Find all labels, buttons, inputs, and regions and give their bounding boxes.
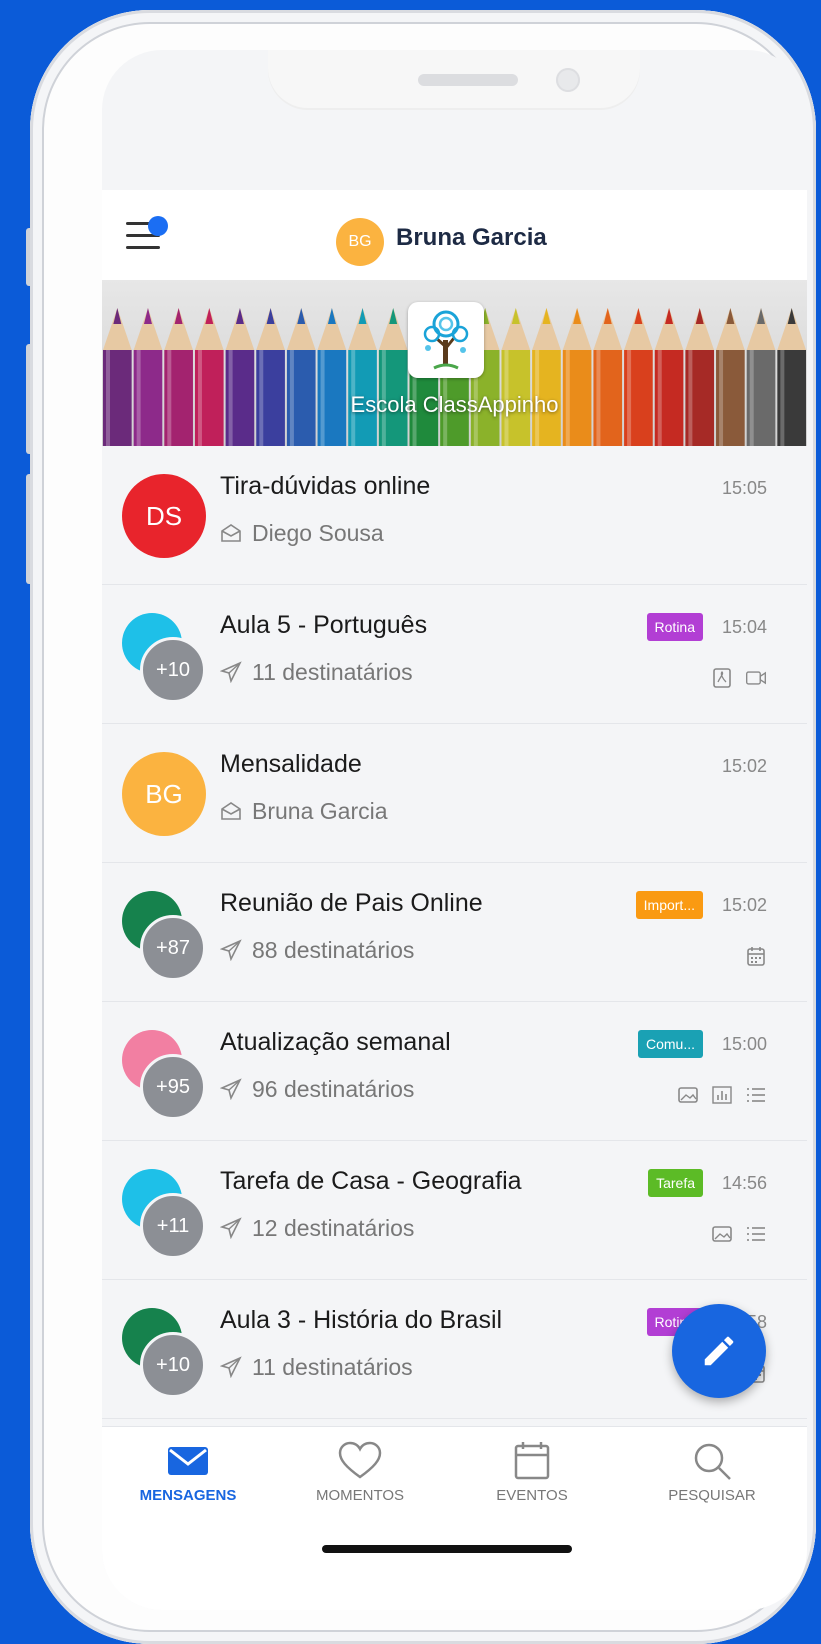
recipient-count-badge: +10	[140, 1332, 206, 1398]
tab-eventos[interactable]: EVENTOS	[452, 1441, 612, 1504]
user-name[interactable]: Bruna Garcia	[396, 224, 547, 252]
attachment-icons	[711, 1223, 767, 1250]
sender-avatar: DS	[122, 474, 206, 558]
sent-icon	[219, 661, 242, 684]
message-row[interactable]: BG Mensalidade Bruna Garcia 15:02	[102, 724, 807, 863]
message-row[interactable]: +95 Atualização semanal 96 destinatários 15…	[102, 1002, 807, 1141]
image-icon	[711, 1223, 733, 1250]
message-row[interactable]: DS Tira-dúvidas online Diego Sousa 15:05	[102, 446, 807, 585]
message-title: Aula 3 - História do Brasil	[220, 1306, 503, 1334]
tab-momentos[interactable]: MOMENTOS	[280, 1441, 440, 1504]
tab-pesquisar[interactable]: PESQUISAR	[632, 1441, 792, 1504]
attachment-icons	[677, 1084, 767, 1111]
sent-icon	[219, 1356, 242, 1379]
message-sender: 96 destinatários	[252, 1076, 415, 1102]
tab-label: EVENTOS	[496, 1487, 568, 1504]
recipient-count-badge: +10	[140, 637, 206, 703]
message-time: 15:02	[721, 756, 767, 776]
message-title: Tira-dúvidas online	[220, 472, 431, 500]
phone-frame: BG Bruna Garcia Escola ClassAppinho DS T…	[30, 10, 816, 1644]
front-camera	[556, 68, 580, 92]
tab-label: PESQUISAR	[668, 1487, 756, 1504]
message-tag: Rotina	[646, 613, 703, 641]
heart-icon	[338, 1441, 382, 1479]
home-indicator[interactable]	[322, 1545, 572, 1553]
message-title: Reunião de Pais Online	[220, 889, 483, 917]
message-sender: 11 destinatários	[252, 1354, 413, 1380]
menu-icon[interactable]	[126, 216, 168, 252]
calendar-icon	[514, 1442, 550, 1480]
message-sender: 12 destinatários	[252, 1215, 415, 1241]
message-title: Tarefa de Casa - Geografia	[220, 1167, 522, 1195]
message-time: 15:00	[721, 1034, 767, 1054]
message-row[interactable]: +10 Aula 5 - Português 11 destinatários 15:…	[102, 585, 807, 724]
recipient-count-badge: +95	[140, 1054, 206, 1120]
message-time: 14:56	[721, 1173, 767, 1193]
video-icon	[745, 667, 767, 694]
message-time: 15:02	[721, 895, 767, 915]
search-icon	[694, 1443, 731, 1480]
message-row[interactable]: +87 Reunião de Pais Online 88 destinatário…	[102, 863, 807, 1002]
notification-dot	[148, 216, 168, 236]
message-row[interactable]: +11 Tarefa de Casa - Geografia 12 destinat…	[102, 1141, 807, 1280]
inbox-icon	[220, 800, 242, 822]
app-header: BG Bruna Garcia	[102, 190, 807, 280]
inbox-icon	[220, 522, 242, 544]
school-name: Escola ClassAppinho	[350, 392, 559, 417]
calendar-icon	[745, 945, 767, 972]
recipient-count-badge: +11	[140, 1193, 206, 1259]
school-logo	[408, 302, 484, 378]
attachment-icons	[711, 667, 767, 694]
chart-icon	[711, 1084, 733, 1111]
phone-notch	[268, 50, 640, 108]
tab-label: MOMENTOS	[315, 1487, 405, 1504]
sent-icon	[219, 939, 242, 962]
compose-button[interactable]	[672, 1304, 766, 1398]
pdf-icon	[711, 667, 733, 694]
attachment-icons	[745, 945, 767, 972]
list-icon	[745, 1223, 767, 1250]
message-time: 15:04	[721, 617, 767, 637]
message-time: 15:05	[721, 478, 767, 498]
message-sender: 11 destinatários	[252, 659, 413, 685]
recipient-count-badge: +87	[140, 915, 206, 981]
message-sender: Diego Sousa	[252, 520, 384, 546]
school-banner: Escola ClassAppinho	[102, 280, 807, 446]
sent-icon	[219, 1078, 242, 1101]
image-icon	[677, 1084, 699, 1111]
sent-icon	[219, 1217, 242, 1240]
message-sender: Bruna Garcia	[252, 798, 388, 824]
pencil-icon	[704, 1336, 734, 1366]
message-tag: Comu...	[637, 1030, 703, 1058]
list-icon	[745, 1084, 767, 1111]
message-tag: Import...	[635, 891, 703, 919]
tab-label: MENSAGENS	[139, 1487, 237, 1504]
message-tag: Tarefa	[648, 1169, 703, 1197]
mail-icon	[168, 1447, 208, 1475]
message-title: Mensalidade	[220, 750, 362, 778]
user-avatar[interactable]: BG	[336, 218, 384, 266]
message-title: Atualização semanal	[220, 1028, 451, 1056]
bottom-tab-bar: MENSAGENS MOMENTOS EVENTOS PESQUISAR	[102, 1426, 807, 1610]
sender-avatar: BG	[122, 752, 206, 836]
phone-screen: BG Bruna Garcia Escola ClassAppinho DS T…	[102, 50, 807, 1610]
tab-mensagens[interactable]: MENSAGENS	[108, 1441, 268, 1504]
message-sender: 88 destinatários	[252, 937, 415, 963]
message-title: Aula 5 - Português	[220, 611, 428, 639]
speaker-grille	[418, 74, 518, 86]
